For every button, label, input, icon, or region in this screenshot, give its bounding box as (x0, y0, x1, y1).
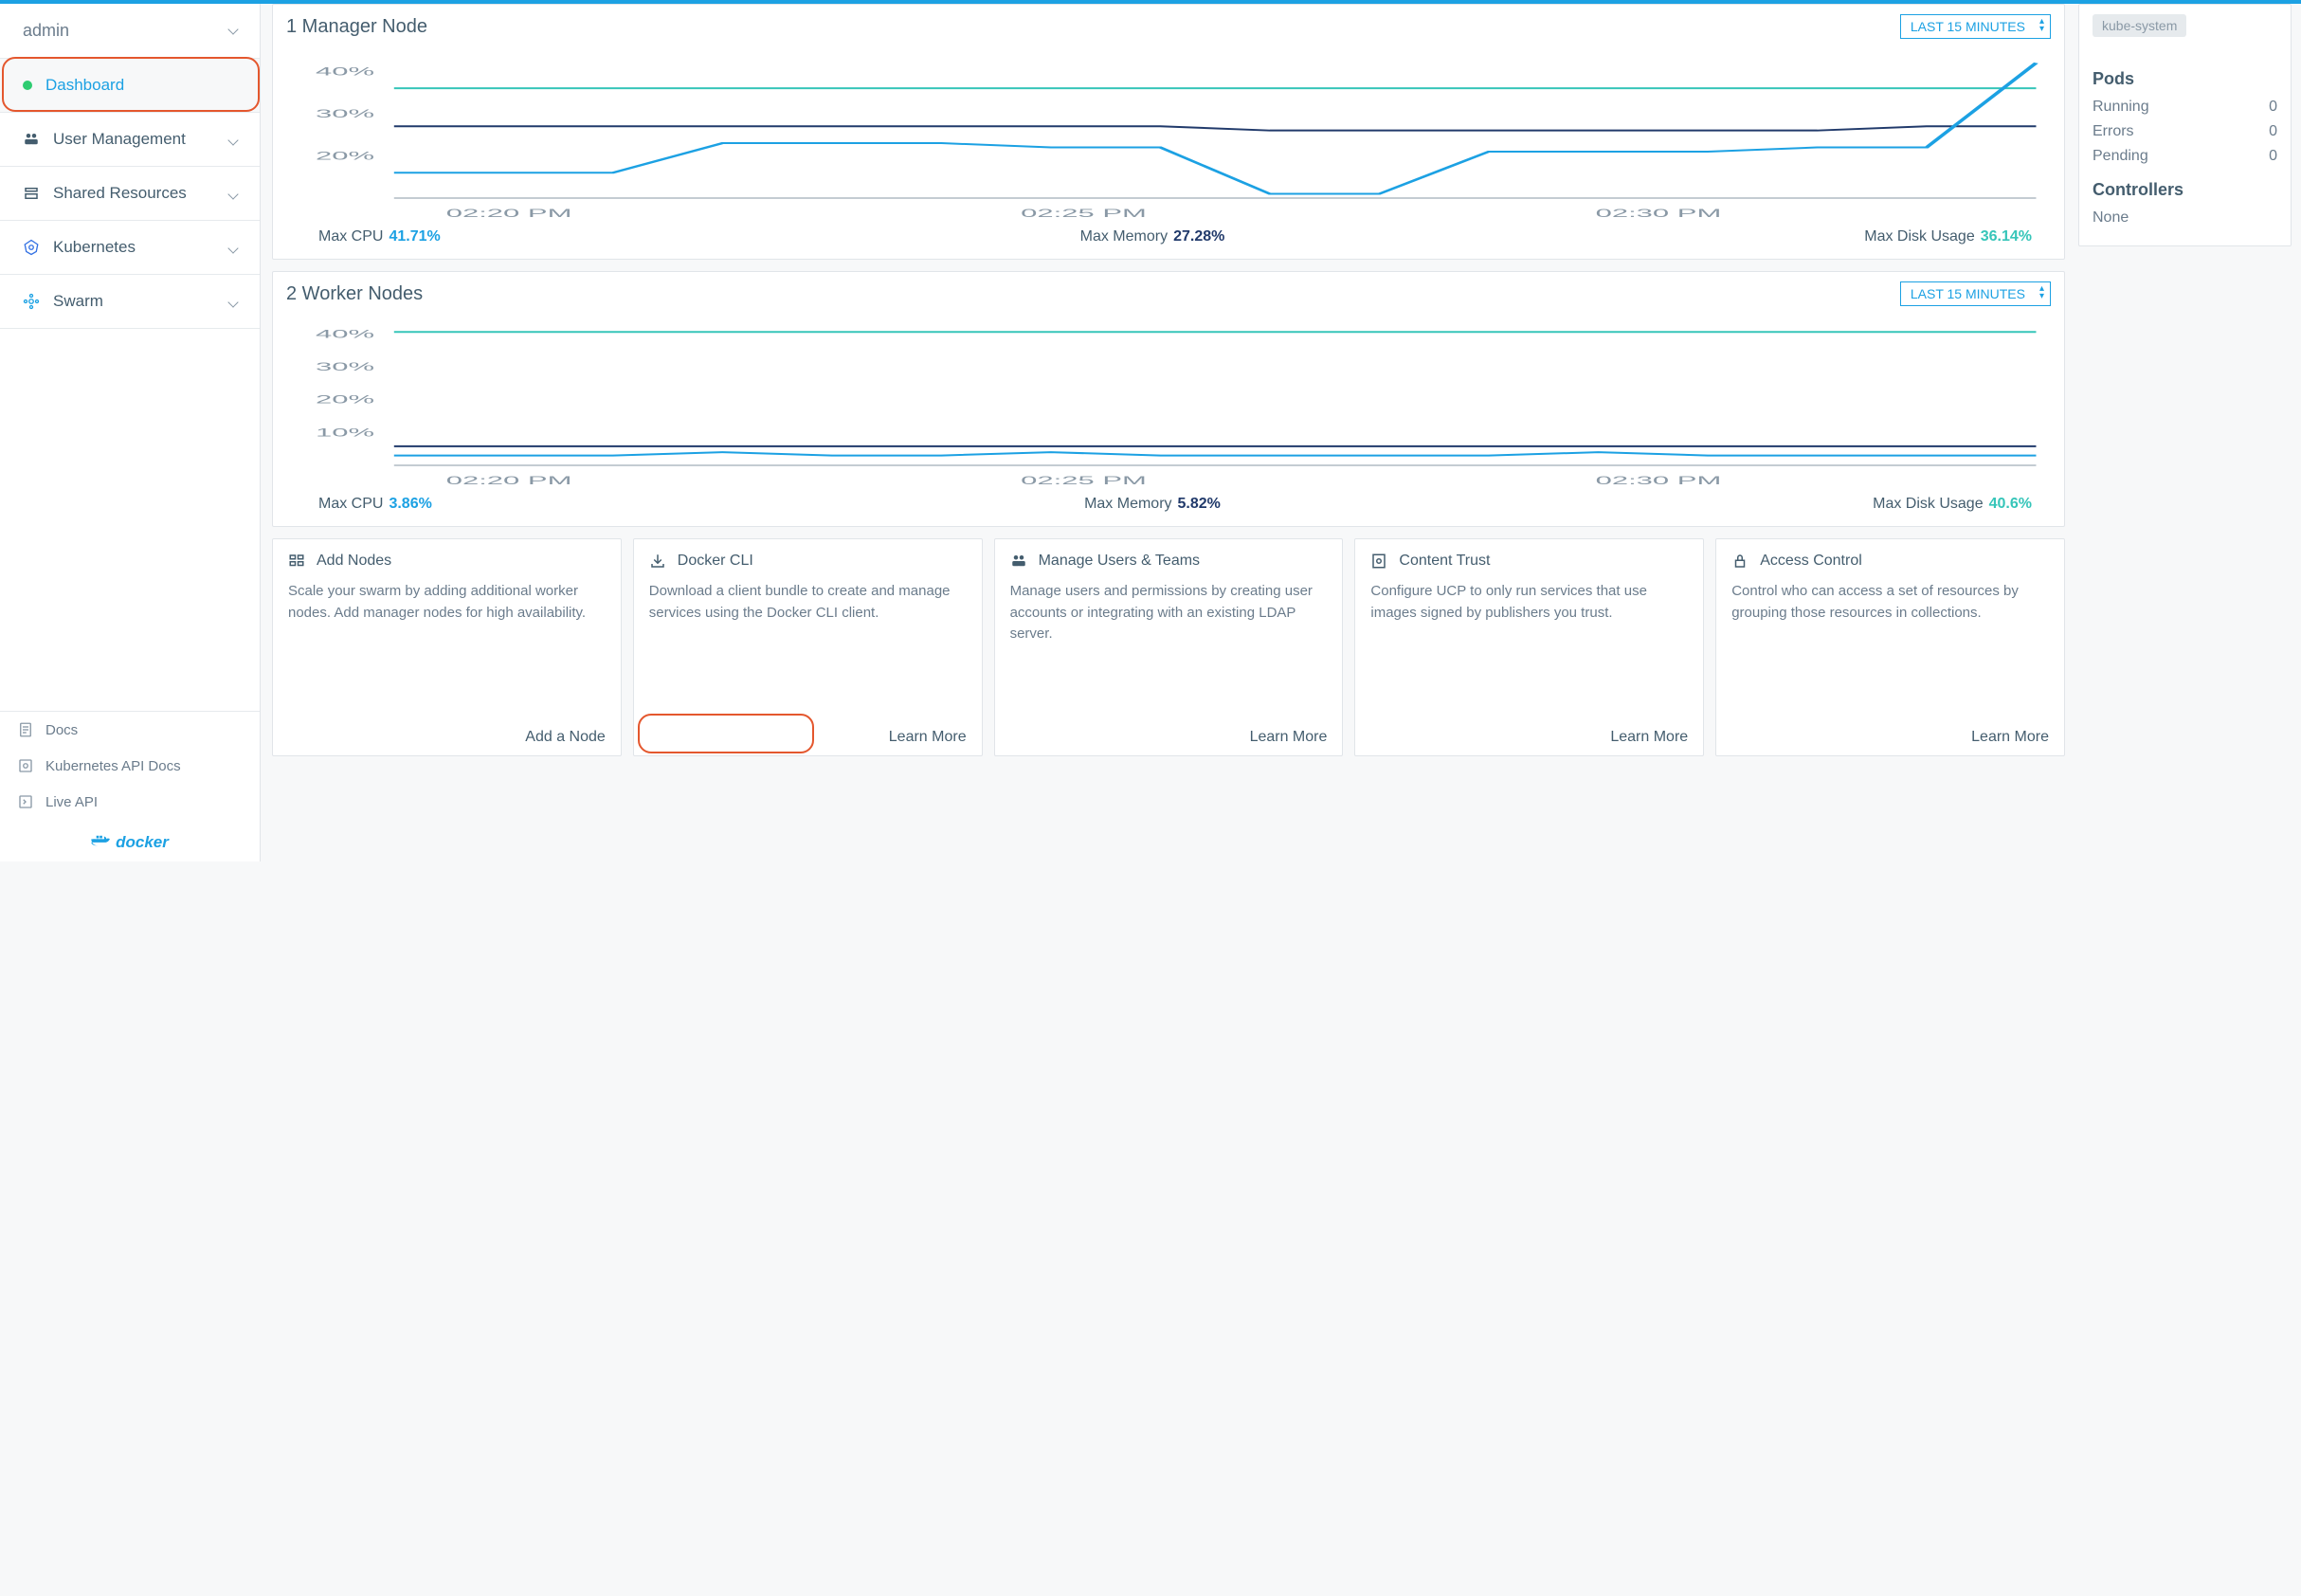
time-range-label: LAST 15 MINUTES (1911, 286, 2025, 301)
footer-link-label: Live API (45, 794, 98, 810)
download-icon (649, 553, 666, 570)
manager-cpu-metric: Max CPU41.71% (318, 228, 441, 245)
sidebar-item-shared-resources[interactable]: Shared Resources (0, 167, 260, 221)
kubernetes-icon (23, 239, 40, 256)
tile-body: Manage users and permissions by creating… (1010, 581, 1328, 719)
tile-add-nodes: Add Nodes Scale your swarm by adding add… (272, 538, 622, 756)
sidebar: admin Dashboard User Management (0, 4, 261, 861)
manager-chart: 20% 30% 40% 02:20 PM 02:25 PM 02:30 PM (286, 43, 2051, 223)
tile-action-learn-more[interactable]: Learn More (1010, 719, 1328, 746)
users-icon (23, 131, 40, 148)
worker-time-range-select[interactable]: LAST 15 MINUTES ▴▾ (1900, 281, 2051, 306)
worker-disk-metric: Max Disk Usage40.6% (1873, 496, 2032, 513)
svg-text:02:20 PM: 02:20 PM (446, 207, 572, 219)
svg-text:40%: 40% (316, 328, 374, 340)
svg-text:20%: 20% (316, 393, 374, 406)
stack-icon (23, 185, 40, 202)
api-icon (17, 757, 34, 774)
controllers-none: None (2093, 209, 2277, 227)
footer-link-docs[interactable]: Docs (0, 712, 260, 748)
tile-action-learn-more[interactable]: Learn More (1370, 719, 1688, 746)
svg-text:02:20 PM: 02:20 PM (446, 474, 572, 486)
sidebar-item-kubernetes[interactable]: Kubernetes (0, 221, 260, 275)
manager-disk-metric: Max Disk Usage36.14% (1864, 228, 2032, 245)
sidebar-user-menu[interactable]: admin (0, 4, 260, 59)
controllers-section-title: Controllers (2093, 180, 2277, 200)
time-range-label: LAST 15 MINUTES (1911, 19, 2025, 34)
certificate-icon (1370, 553, 1387, 570)
sidebar-item-dashboard[interactable]: Dashboard (0, 59, 260, 113)
manager-card-title: 1 Manager Node (286, 16, 427, 38)
swarm-icon (23, 293, 40, 310)
namespace-chip[interactable]: kube-system (2093, 14, 2186, 37)
chevron-down-icon (227, 135, 238, 145)
svg-text:02:30 PM: 02:30 PM (1596, 474, 1722, 486)
pods-section-title: Pods (2093, 69, 2277, 89)
worker-chart: 10% 20% 30% 40% 02:20 PM 02:25 PM 02:30 PM (286, 310, 2051, 490)
worker-nodes-card: 2 Worker Nodes LAST 15 MINUTES ▴▾ 10% 20%… (272, 271, 2065, 527)
chevron-down-icon (227, 189, 238, 199)
svg-text:40%: 40% (316, 65, 374, 78)
manager-memory-metric: Max Memory27.28% (1080, 228, 1225, 245)
pods-running-row: Running0 (2093, 99, 2277, 116)
worker-memory-metric: Max Memory5.82% (1084, 496, 1221, 513)
sidebar-user-label: admin (23, 21, 69, 41)
tile-docker-cli: Docker CLI Download a client bundle to c… (633, 538, 983, 756)
sidebar-item-label: Dashboard (45, 76, 124, 95)
tile-title: Access Control (1760, 553, 1862, 570)
sidebar-item-label: Shared Resources (53, 184, 187, 203)
footer-link-label: Docs (45, 722, 78, 738)
select-arrows-icon: ▴▾ (2039, 285, 2044, 300)
footer-link-live-api[interactable]: Live API (0, 784, 260, 820)
svg-text:02:25 PM: 02:25 PM (1021, 207, 1147, 219)
tile-body: Control who can access a set of resource… (1731, 581, 2049, 719)
footer-link-label: Kubernetes API Docs (45, 758, 181, 774)
tile-manage-users: Manage Users & Teams Manage users and pe… (994, 538, 1344, 756)
pods-pending-row: Pending0 (2093, 148, 2277, 165)
tile-title: Content Trust (1399, 553, 1490, 570)
manager-node-card: 1 Manager Node LAST 15 MINUTES ▴▾ 20% 30%… (272, 4, 2065, 260)
tile-title: Docker CLI (678, 553, 753, 570)
sidebar-item-label: Kubernetes (53, 238, 136, 257)
worker-cpu-metric: Max CPU3.86% (318, 496, 432, 513)
chevron-down-icon (227, 243, 238, 253)
worker-card-title: 2 Worker Nodes (286, 283, 423, 305)
tile-body: Configure UCP to only run services that … (1370, 581, 1688, 719)
footer-link-k8s-api[interactable]: Kubernetes API Docs (0, 748, 260, 784)
chevron-down-icon (227, 24, 238, 34)
svg-text:10%: 10% (316, 426, 374, 439)
right-sidebar-card: kube-system Pods Running0 Errors0 Pendin… (2078, 4, 2292, 246)
document-icon (17, 721, 34, 738)
sidebar-item-swarm[interactable]: Swarm (0, 275, 260, 329)
status-dot-icon (23, 81, 32, 90)
users-icon (1010, 553, 1027, 570)
nodes-icon (288, 553, 305, 570)
tile-action-add-node[interactable]: Add a Node (288, 719, 606, 746)
tile-action-learn-more[interactable]: Learn More (1731, 719, 2049, 746)
tile-title: Manage Users & Teams (1039, 553, 1200, 570)
pods-errors-row: Errors0 (2093, 123, 2277, 140)
tile-action-learn-more[interactable]: Learn More (649, 719, 967, 746)
svg-text:02:30 PM: 02:30 PM (1596, 207, 1722, 219)
manager-time-range-select[interactable]: LAST 15 MINUTES ▴▾ (1900, 14, 2051, 39)
sidebar-item-user-management[interactable]: User Management (0, 113, 260, 167)
sidebar-item-label: Swarm (53, 292, 103, 311)
tile-content-trust: Content Trust Configure UCP to only run … (1354, 538, 1704, 756)
lock-icon (1731, 553, 1748, 570)
live-api-icon (17, 793, 34, 810)
sidebar-item-label: User Management (53, 130, 186, 149)
tile-body: Scale your swarm by adding additional wo… (288, 581, 606, 719)
main-content: 1 Manager Node LAST 15 MINUTES ▴▾ 20% 30%… (261, 4, 2301, 861)
svg-text:30%: 30% (316, 107, 374, 119)
chevron-down-icon (227, 297, 238, 307)
svg-text:02:25 PM: 02:25 PM (1021, 474, 1147, 486)
tile-title: Add Nodes (317, 553, 391, 570)
svg-text:30%: 30% (316, 360, 374, 372)
docker-logo: docker (0, 820, 260, 861)
svg-text:20%: 20% (316, 150, 374, 162)
tile-body: Download a client bundle to create and m… (649, 581, 967, 719)
info-tiles-row: Add Nodes Scale your swarm by adding add… (272, 538, 2065, 756)
tile-access-control: Access Control Control who can access a … (1715, 538, 2065, 756)
select-arrows-icon: ▴▾ (2039, 18, 2044, 33)
